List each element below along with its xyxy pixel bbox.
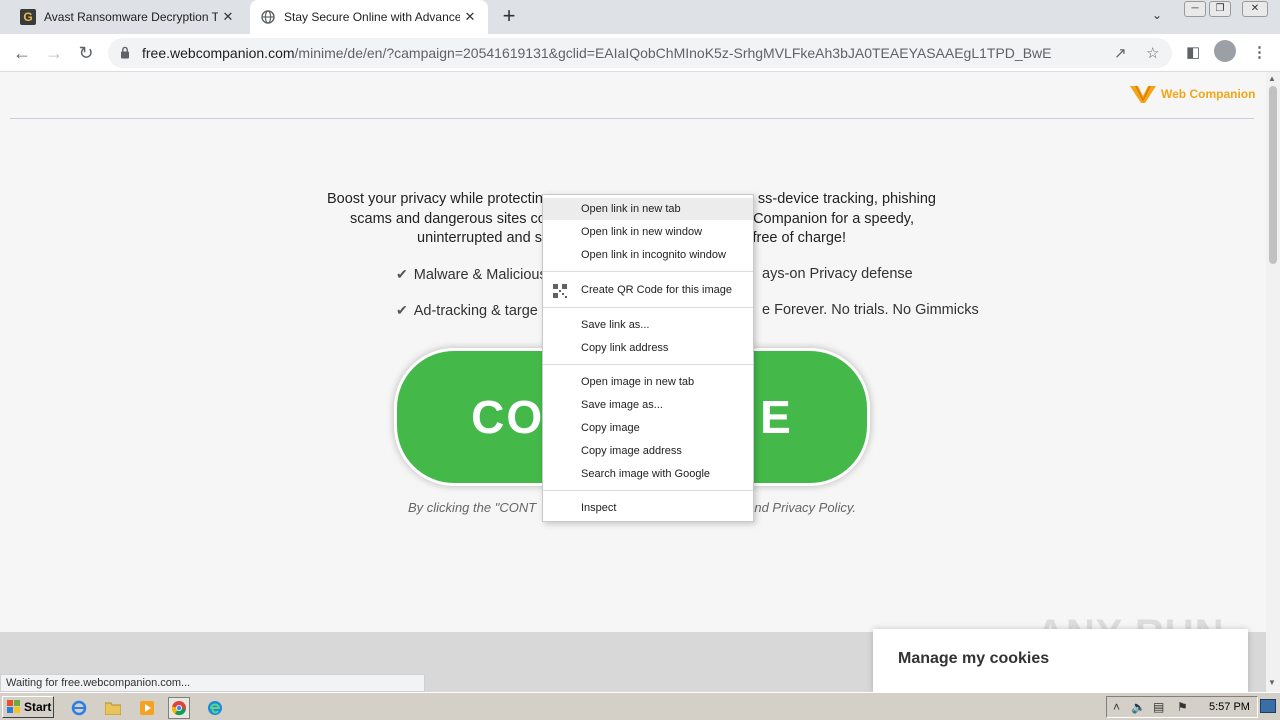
volume-icon[interactable]: 🔈 <box>1131 700 1146 714</box>
action-center-flag-icon[interactable]: ⚑ <box>1177 700 1188 714</box>
side-panel-icon[interactable]: ◧ <box>1186 43 1200 61</box>
lead-line-left: scams and dangerous sites co <box>350 210 546 227</box>
globe-icon <box>260 9 276 25</box>
scroll-down-icon[interactable]: ▼ <box>1268 678 1276 687</box>
scroll-thumb[interactable] <box>1269 86 1277 264</box>
feature-text: Ad-tracking & targe <box>413 302 538 319</box>
menu-item-open-link-new-window[interactable]: Open link in new window <box>543 221 753 243</box>
forward-arrow-icon[interactable]: → <box>42 41 66 65</box>
checkmark-icon: ✔ <box>396 266 408 282</box>
header-divider <box>10 118 1254 119</box>
ie-icon[interactable] <box>68 697 90 719</box>
menu-item-search-image-google[interactable]: Search image with Google <box>543 463 753 485</box>
tab-close-icon[interactable]: ✕ <box>460 9 480 25</box>
tab-avast[interactable]: G Avast Ransomware Decryption Tools ✕ <box>10 0 246 34</box>
tab-search-chevron-icon[interactable]: ⌄ <box>1152 8 1162 22</box>
lead-line-left: Boost your privacy while protecting <box>327 191 552 207</box>
menu-item-copy-link-address[interactable]: Copy link address <box>543 337 753 359</box>
qr-code-icon <box>553 284 567 298</box>
tab-webcompanion[interactable]: Stay Secure Online with Advanced A ✕ <box>250 0 488 34</box>
manage-cookies-button[interactable]: Manage my cookies <box>873 629 1248 692</box>
web-companion-logo[interactable]: Web Companion <box>1130 84 1255 104</box>
lead-line-right: free of charge! <box>752 230 847 246</box>
disclaimer-left: By clicking the "CONT <box>408 500 537 515</box>
menu-item-inspect[interactable]: Inspect <box>543 497 753 519</box>
lead-line-right: Companion for a speedy, <box>753 210 914 227</box>
media-player-icon[interactable] <box>136 697 158 719</box>
url-host: free.webcompanion.com <box>142 45 295 61</box>
feature-item: e Forever. No trials. No Gimmicks <box>762 302 979 318</box>
menu-item-save-image-as[interactable]: Save image as... <box>543 394 753 416</box>
show-desktop-icon[interactable] <box>1260 699 1276 713</box>
feature-text: e Forever. No trials. No Gimmicks <box>762 302 979 318</box>
disclaimer-right[interactable]: nd Privacy Policy. <box>754 500 948 515</box>
feature-text: Malware & Malicious <box>413 266 547 283</box>
menu-separator <box>543 364 753 365</box>
network-icon[interactable]: ▤ <box>1153 700 1164 714</box>
menu-item-open-link-new-tab[interactable]: Open link in new tab <box>543 198 753 220</box>
checkmark-icon: ✔ <box>396 302 408 318</box>
lead-line-left: uninterrupted and s <box>417 230 542 246</box>
system-tray: ˄ 🔈 ▤ ⚑ 5:57 PM <box>1106 696 1258 718</box>
feature-item: ✔ Ad-tracking & targe <box>396 302 538 319</box>
status-bar: Waiting for free.webcompanion.com... <box>0 674 425 692</box>
g-favicon-icon: G <box>20 9 36 25</box>
feature-item: ✔ Malware & Malicious <box>396 266 547 283</box>
share-icon[interactable]: ↗ <box>1114 44 1127 62</box>
windows-flag-icon <box>7 700 20 713</box>
brand-name: Web Companion <box>1161 87 1256 101</box>
menu-item-label: Create QR Code for this image <box>581 284 733 296</box>
cta-label-left: CO <box>471 391 545 443</box>
chrome-icon[interactable] <box>168 697 190 719</box>
minimize-button[interactable]: ─ <box>1184 1 1206 17</box>
profile-avatar-icon[interactable] <box>1214 40 1236 62</box>
new-tab-button[interactable]: + <box>498 5 520 28</box>
tab-title: Avast Ransomware Decryption Tools <box>44 10 218 24</box>
manage-cookies-label: Manage my cookies <box>898 650 1050 667</box>
url-text: free.webcompanion.com/minime/de/en/?camp… <box>142 45 1051 61</box>
start-label: Start <box>24 700 52 714</box>
back-arrow-icon[interactable]: ← <box>10 41 34 65</box>
browser-toolbar: ← → ↻ free.webcompanion.com/minime/de/en… <box>0 34 1280 72</box>
reload-icon[interactable]: ↻ <box>74 41 98 65</box>
feature-item: ays-on Privacy defense <box>762 266 913 282</box>
menu-item-copy-image-address[interactable]: Copy image address <box>543 440 753 462</box>
menu-item-open-image-new-tab[interactable]: Open image in new tab <box>543 371 753 393</box>
cta-label-right: E <box>760 391 793 443</box>
url-path: /minime/de/en/?campaign=20541619131&gcli… <box>294 45 1052 61</box>
menu-separator <box>543 307 753 308</box>
web-companion-logo-icon <box>1130 85 1156 103</box>
address-bar[interactable]: free.webcompanion.com/minime/de/en/?camp… <box>108 38 1172 68</box>
menu-kebab-icon[interactable]: ⋮ <box>1252 43 1267 61</box>
taskbar-clock[interactable]: 5:57 PM <box>1209 701 1250 713</box>
menu-item-save-link-as[interactable]: Save link as... <box>543 314 753 336</box>
folder-icon[interactable] <box>102 697 124 719</box>
menu-item-open-link-incognito[interactable]: Open link in incognito window <box>543 244 753 266</box>
menu-item-copy-image[interactable]: Copy image <box>543 417 753 439</box>
menu-separator <box>543 490 753 491</box>
feature-text: ays-on Privacy defense <box>762 266 913 282</box>
page-scrollbar[interactable]: ▲ ▼ <box>1266 72 1280 692</box>
lock-icon <box>121 46 129 59</box>
tab-close-icon[interactable]: ✕ <box>218 9 238 25</box>
edge-icon[interactable] <box>204 697 226 719</box>
scroll-up-icon[interactable]: ▲ <box>1268 74 1276 83</box>
lead-line-right: ss-device tracking, phishing <box>757 191 936 207</box>
close-window-button[interactable]: ✕ <box>1242 1 1268 17</box>
windows-taskbar: Start ˄ 🔈 ▤ ⚑ 5:57 PM <box>0 692 1280 720</box>
restore-button[interactable]: ❐ <box>1209 1 1231 17</box>
tray-expand-icon[interactable]: ˄ <box>1113 700 1120 714</box>
tab-strip: G Avast Ransomware Decryption Tools ✕ St… <box>0 0 1280 34</box>
menu-separator <box>543 271 753 272</box>
tab-title: Stay Secure Online with Advanced A <box>284 10 460 24</box>
start-button[interactable]: Start <box>2 696 54 718</box>
menu-item-create-qr-code[interactable]: Create QR Code for this image <box>543 279 753 301</box>
context-menu: Open link in new tab Open link in new wi… <box>542 194 754 522</box>
bookmark-star-icon[interactable]: ☆ <box>1146 44 1159 62</box>
